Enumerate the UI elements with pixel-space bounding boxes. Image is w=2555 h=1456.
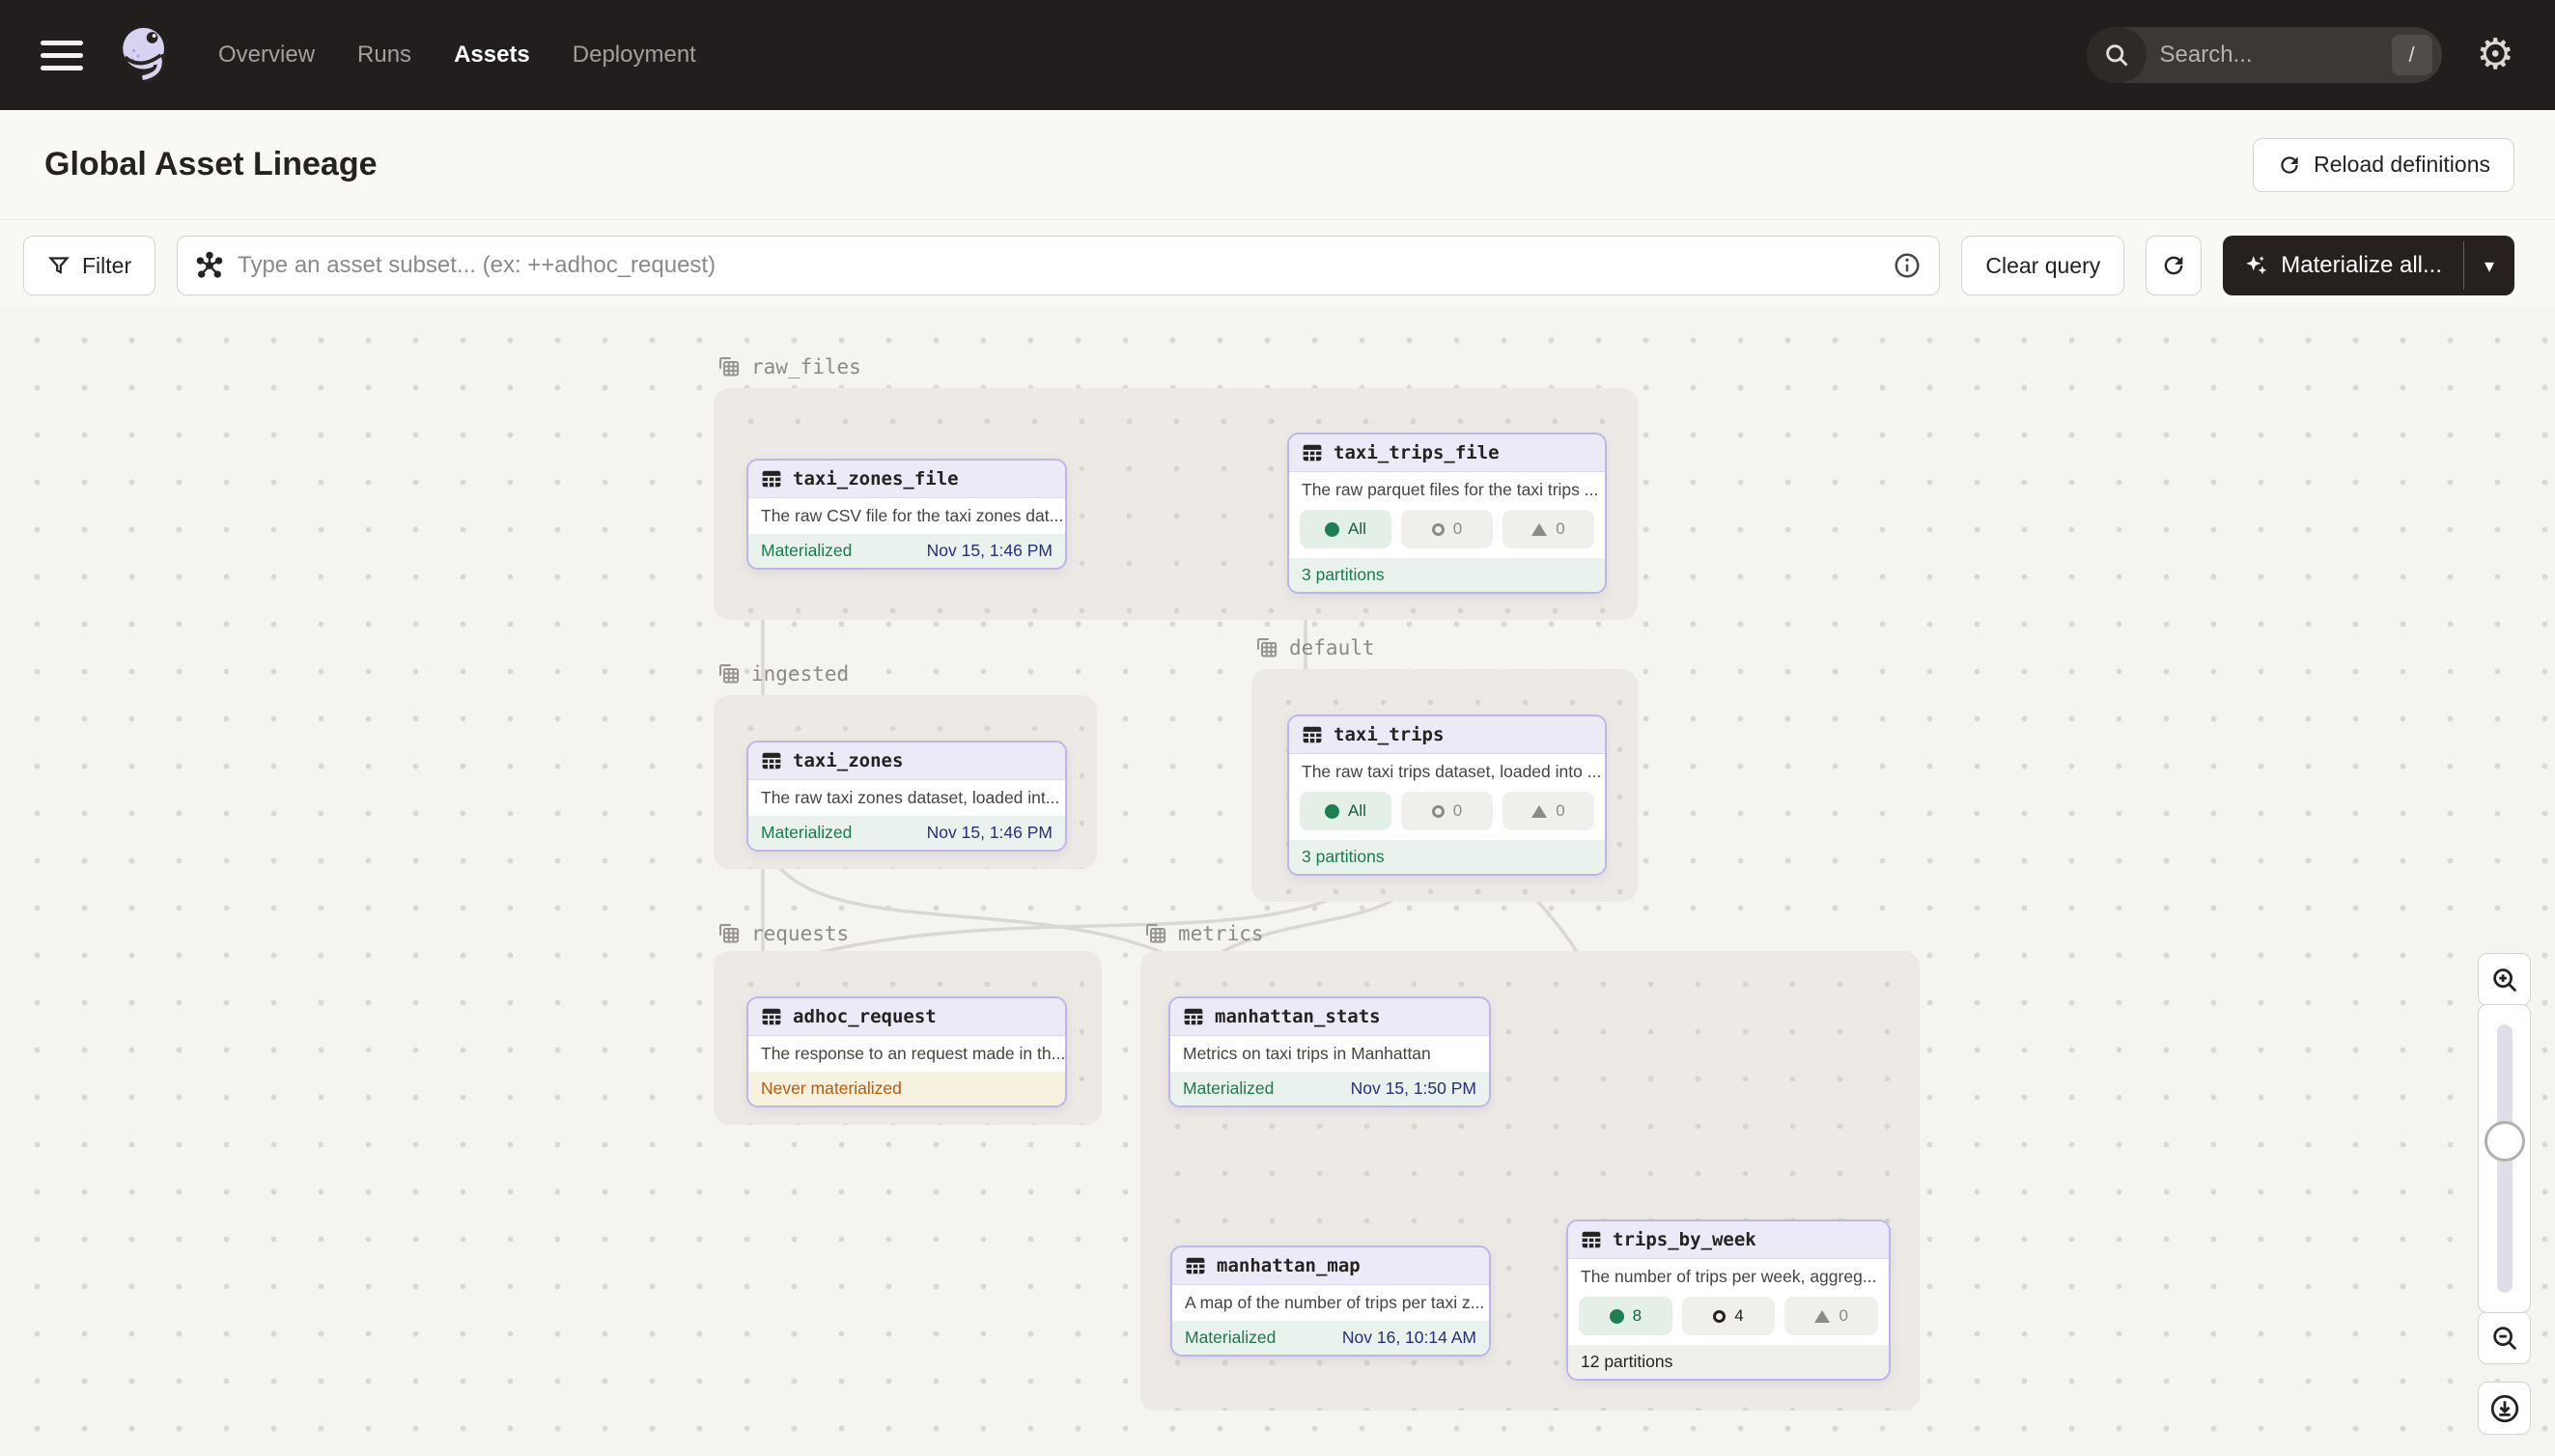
top-nav: Overview Runs Assets Deployment Search..…: [0, 0, 2555, 110]
group-label-default[interactable]: default: [1253, 634, 1375, 660]
download-image-button[interactable]: [2478, 1382, 2531, 1435]
materialized-dot-icon: [1610, 1309, 1624, 1324]
zoom-out-button[interactable]: [2478, 1311, 2531, 1364]
materialize-options-caret[interactable]: ▾: [2464, 236, 2514, 295]
global-search[interactable]: Search... /: [2087, 27, 2442, 83]
search-icon: [2087, 27, 2147, 83]
partitions-missing-badge[interactable]: 0: [1401, 792, 1493, 830]
never-materialized-label: Never materialized: [761, 1078, 902, 1099]
partition-count: 12 partitions: [1581, 1352, 1672, 1372]
asset-node-taxi-zones-file[interactable]: taxi_zones_file The raw CSV file for the…: [746, 459, 1067, 570]
table-icon: [1183, 1006, 1204, 1027]
table-icon: [1185, 1255, 1206, 1276]
search-shortcut-key: /: [2392, 35, 2432, 75]
failed-triangle-icon: [1814, 1310, 1830, 1323]
menu-icon[interactable]: [41, 41, 83, 70]
partition-health-badges: All 0 0: [1289, 790, 1605, 840]
nav-link-overview[interactable]: Overview: [218, 42, 315, 69]
settings-gear-icon[interactable]: ⚙: [2477, 34, 2514, 76]
nav-link-deployment[interactable]: Deployment: [573, 42, 696, 69]
page-title: Global Asset Lineage: [44, 146, 378, 183]
partition-count: 3 partitions: [1302, 565, 1385, 585]
missing-ring-icon: [1432, 523, 1445, 536]
asset-node-manhattan-map[interactable]: manhattan_map A map of the number of tri…: [1170, 1246, 1491, 1357]
materialization-timestamp[interactable]: Nov 15, 1:46 PM: [927, 823, 1053, 843]
partitions-materialized-badge[interactable]: All: [1300, 510, 1391, 548]
partitions-missing-badge[interactable]: 0: [1401, 510, 1493, 548]
partitions-materialized-badge[interactable]: All: [1300, 792, 1391, 830]
missing-ring-icon: [1713, 1310, 1726, 1323]
search-placeholder: Search...: [2147, 42, 2392, 69]
asset-node-adhoc-request[interactable]: adhoc_request The response to an request…: [746, 996, 1067, 1107]
asset-node-taxi-zones[interactable]: taxi_zones The raw taxi zones dataset, l…: [746, 741, 1067, 852]
filter-label: Filter: [82, 253, 131, 279]
missing-ring-icon: [1432, 805, 1445, 818]
refresh-icon: [2277, 153, 2302, 178]
status-badge: Materialized: [1183, 1078, 1274, 1099]
caret-down-icon: ▾: [2485, 254, 2494, 278]
asset-node-trips-by-week[interactable]: trips_by_week The number of trips per we…: [1566, 1219, 1891, 1381]
filter-button[interactable]: Filter: [23, 236, 155, 295]
asset-node-manhattan-stats[interactable]: manhattan_stats Metrics on taxi trips in…: [1168, 996, 1491, 1107]
asset-query-input[interactable]: [238, 252, 1879, 279]
materialize-all-button[interactable]: Materialize all...: [2223, 236, 2463, 295]
nav-links: Overview Runs Assets Deployment: [218, 42, 696, 69]
page-header: Global Asset Lineage Reload definitions: [0, 110, 2555, 220]
clear-query-button[interactable]: Clear query: [1961, 236, 2124, 295]
sparkle-icon: [2244, 253, 2269, 278]
asset-node-taxi-trips-file[interactable]: taxi_trips_file The raw parquet files fo…: [1287, 433, 1607, 594]
partitions-missing-badge[interactable]: 4: [1682, 1297, 1776, 1335]
zoom-slider[interactable]: [2478, 1004, 2531, 1313]
lineage-canvas[interactable]: raw_files ingested default requests metr…: [0, 307, 2555, 1456]
asset-query-inputwrap: [177, 236, 1940, 295]
failed-triangle-icon: [1531, 805, 1547, 818]
reload-definitions-label: Reload definitions: [2314, 152, 2490, 178]
partitions-failed-badge[interactable]: 0: [1502, 510, 1594, 548]
materialization-timestamp[interactable]: Nov 15, 1:50 PM: [1351, 1078, 1476, 1099]
filter-funnel-icon: [47, 254, 70, 277]
table-icon: [1302, 724, 1323, 745]
asset-graph-icon: [195, 251, 224, 280]
failed-triangle-icon: [1531, 523, 1547, 536]
nav-link-assets[interactable]: Assets: [454, 42, 530, 69]
clear-query-label: Clear query: [1985, 253, 2100, 279]
materialize-all-split-button: Materialize all... ▾: [2223, 236, 2514, 295]
table-icon: [761, 750, 782, 771]
materialized-dot-icon: [1325, 522, 1339, 537]
dagster-logo-icon[interactable]: [112, 14, 182, 96]
refresh-graph-button[interactable]: [2146, 236, 2202, 295]
materialized-dot-icon: [1325, 804, 1339, 819]
partitions-materialized-badge[interactable]: 8: [1579, 1297, 1672, 1335]
status-badge: Materialized: [1185, 1328, 1276, 1348]
table-icon: [1581, 1229, 1602, 1250]
partition-health-badges: All 0 0: [1289, 508, 1605, 558]
nav-link-runs[interactable]: Runs: [357, 42, 411, 69]
status-badge: Materialized: [761, 823, 852, 843]
status-badge: Materialized: [761, 541, 852, 561]
lineage-toolbar: Filter Clear query Material: [0, 220, 2555, 307]
materialize-all-label: Materialize all...: [2281, 252, 2442, 279]
zoom-slider-handle[interactable]: [2485, 1121, 2525, 1162]
partitions-failed-badge[interactable]: 0: [1784, 1297, 1878, 1335]
group-label-ingested[interactable]: ingested: [716, 660, 849, 686]
partition-health-badges: 8 4 0: [1568, 1295, 1889, 1345]
materialization-timestamp[interactable]: Nov 16, 10:14 AM: [1342, 1328, 1476, 1348]
partition-count: 3 partitions: [1302, 847, 1385, 867]
zoom-controls: [2478, 953, 2531, 1435]
materialization-timestamp[interactable]: Nov 15, 1:46 PM: [927, 541, 1053, 561]
group-label-raw-files[interactable]: raw_files: [716, 353, 861, 379]
zoom-in-button[interactable]: [2478, 953, 2531, 1006]
table-icon: [761, 1006, 782, 1027]
table-icon: [1302, 442, 1323, 463]
group-label-requests[interactable]: requests: [716, 920, 849, 946]
partitions-failed-badge[interactable]: 0: [1502, 792, 1594, 830]
asset-node-taxi-trips[interactable]: taxi_trips The raw taxi trips dataset, l…: [1287, 714, 1607, 876]
reload-definitions-button[interactable]: Reload definitions: [2253, 138, 2514, 192]
table-icon: [761, 468, 782, 490]
group-label-metrics[interactable]: metrics: [1142, 920, 1264, 946]
info-icon[interactable]: [1893, 251, 1922, 280]
